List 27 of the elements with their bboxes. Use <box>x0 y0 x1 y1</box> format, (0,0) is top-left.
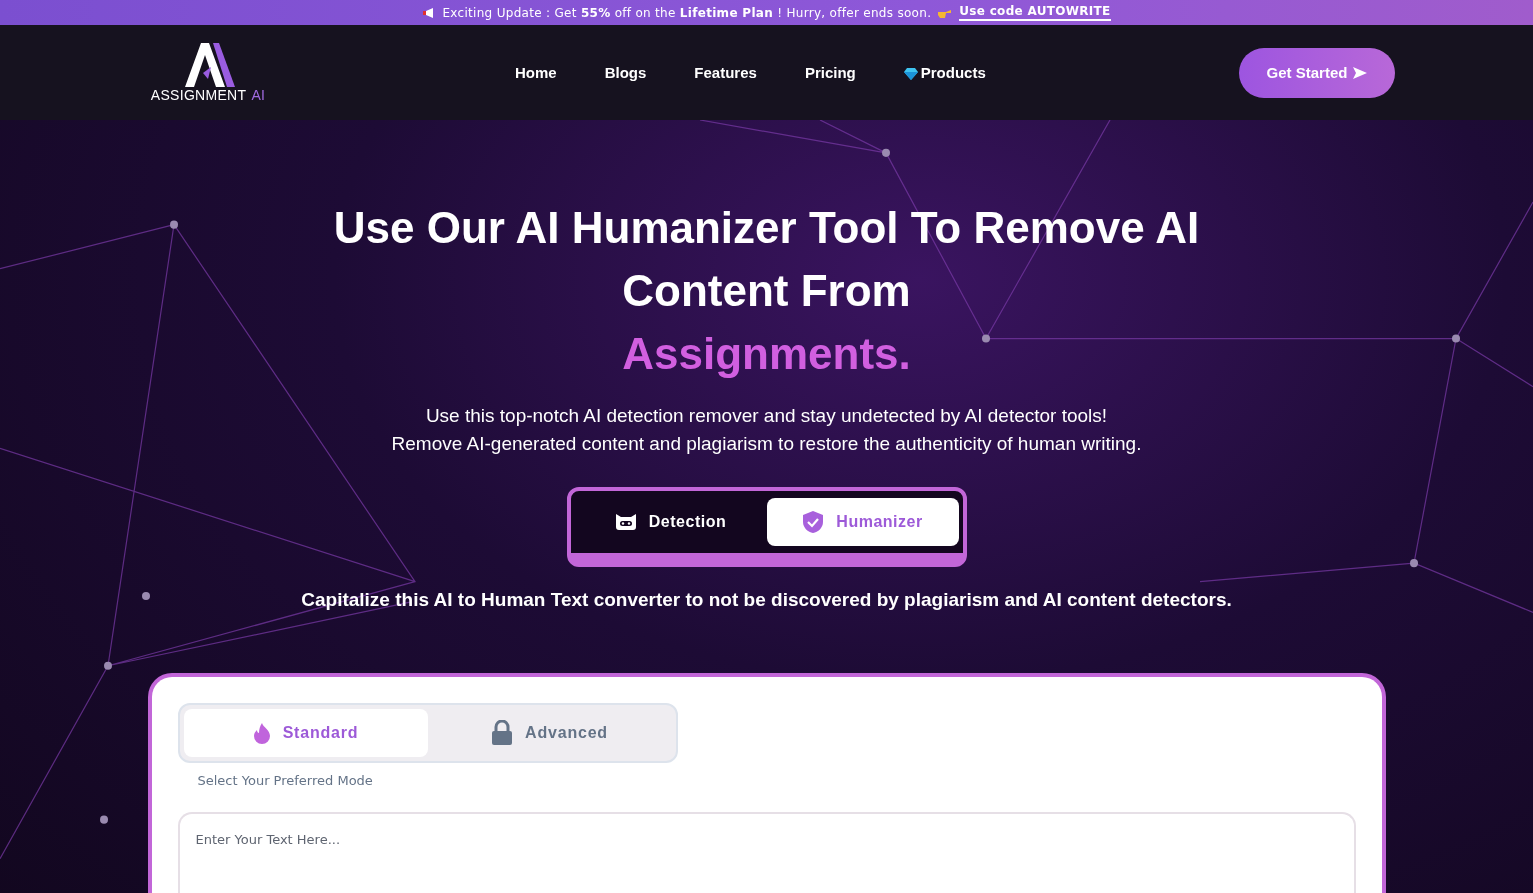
mode-tab[interactable]: Advanced <box>427 709 672 757</box>
hero-highlight: Assignments. <box>622 328 911 380</box>
hero-description: Remove AI-generated content and plagiarism to restore the authenticity of human writing. <box>391 433 1142 455</box>
robot-icon <box>614 513 637 531</box>
nav-link[interactable]: Home <box>515 64 557 81</box>
nav-link[interactable]: Products <box>903 64 986 81</box>
tagline-text: Capitalize this AI to Human Text converter to not be discovered by plagiarism and AI content detectors. <box>301 589 1232 611</box>
diamond-icon <box>903 65 918 80</box>
arrow-icon <box>1353 66 1368 79</box>
mode-tab[interactable]: Standard <box>183 709 428 757</box>
get-started-button[interactable]: Get Started <box>1239 47 1395 98</box>
nav-link[interactable]: Blogs <box>604 64 647 81</box>
announcement-text: Exciting Update : Get 55% off on the Lifetime Plan ! Hurry, offer ends soon. <box>442 5 932 20</box>
tool-tab[interactable]: Detection <box>574 498 767 546</box>
tool-tab[interactable]: Humanizer <box>766 498 959 546</box>
flame-icon <box>252 722 271 744</box>
nav-link[interactable]: Pricing <box>804 64 856 81</box>
nav-link[interactable]: Features <box>694 64 757 81</box>
mode-hint: Select Your Preferred Mode <box>197 773 374 788</box>
shield-check-icon <box>802 510 825 534</box>
text-input-field[interactable]: Enter Your Text Here... <box>177 812 1356 893</box>
hero-title: Use Our AI Humanizer Tool To Remove AI Content From <box>332 202 1201 317</box>
lock-icon <box>491 720 514 746</box>
logo-suffix: AI <box>251 86 266 103</box>
hero-description: Use this top-notch AI detection remover and stay undetected by AI detector tools! <box>425 405 1108 427</box>
logo-text: ASSIGNMENT <box>150 86 247 103</box>
promo-code-link[interactable]: Use code AUTOWRITE <box>959 4 1111 21</box>
